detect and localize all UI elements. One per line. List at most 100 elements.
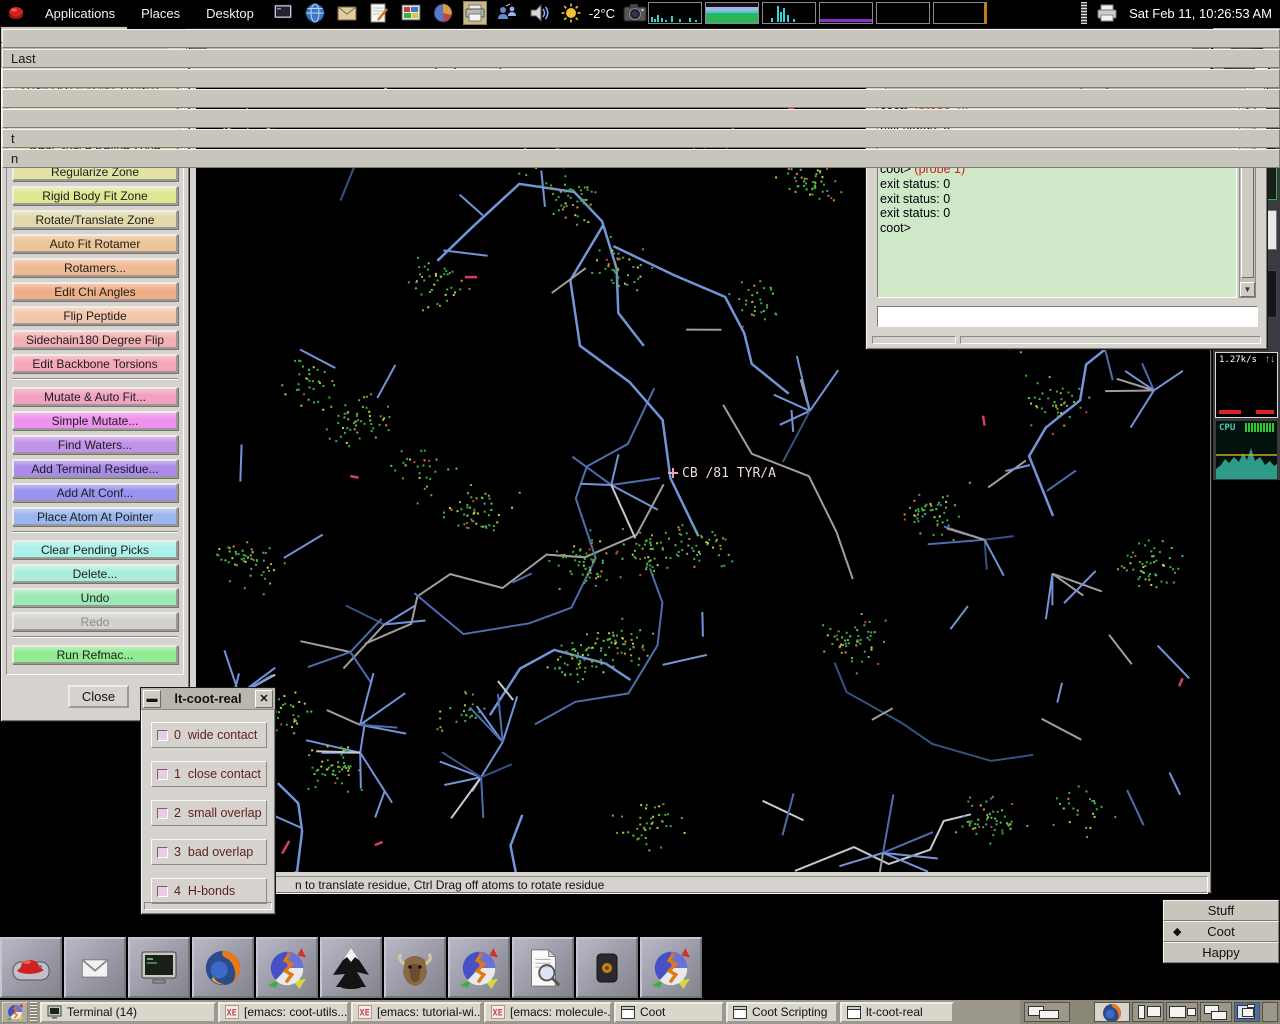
add-terminal-residue-button[interactable]: Add Terminal Residue... [12, 459, 178, 478]
workspace-row-1[interactable]: Last [2, 49, 1280, 68]
panel-launchers [267, 1, 555, 25]
dock-coot-icon[interactable] [256, 937, 318, 998]
task-emacs-coot-utils[interactable]: XE[emacs: coot-utils.... [218, 1002, 349, 1023]
notes-icon[interactable] [367, 1, 391, 25]
edit-chi-angles-button[interactable]: Edit Chi Angles [12, 282, 178, 301]
sidechain180-degree-flip-button[interactable]: Sidechain180 Degree Flip [12, 330, 178, 349]
dock-document-search-icon[interactable] [512, 937, 574, 998]
clock[interactable]: Sat Feb 11, 10:26:53 AM [1129, 6, 1272, 21]
workspace-cell-current[interactable] [1234, 1002, 1260, 1022]
task-lt-coot-real[interactable]: lt-coot-real [840, 1002, 954, 1023]
lt-window-title: lt-coot-real [161, 691, 255, 706]
dock-firefox-icon[interactable] [192, 937, 254, 998]
simple-mutate-button[interactable]: Simple Mutate... [12, 411, 178, 430]
current-workspace-marker: ◆ [1173, 925, 1181, 938]
close-icon[interactable]: ✕ [255, 690, 273, 708]
workspace-menu-coot[interactable]: ◆Coot [1163, 921, 1279, 942]
lt-coot-real-window: ▬ lt-coot-real ✕ 0 wide contact1 close c… [140, 687, 276, 915]
workspace-row-6[interactable]: n [2, 149, 1280, 168]
delete-button[interactable]: Delete... [12, 564, 178, 583]
mail-icon[interactable] [335, 1, 359, 25]
svg-text:XE: XE [360, 1009, 370, 1019]
workspace-menu-happy[interactable]: Happy [1163, 942, 1279, 963]
redhat-menu-icon[interactable] [4, 1, 28, 25]
resize-grip[interactable] [872, 336, 956, 344]
checkbox-2-small-overlap[interactable] [157, 808, 168, 819]
drag-handle[interactable] [30, 1002, 37, 1023]
panel-separator [1081, 2, 1087, 24]
task-emacs-tutorial-wi[interactable]: XE[emacs: tutorial-wi... [351, 1002, 482, 1023]
task-coot[interactable]: Coot [614, 1002, 724, 1023]
dock-redhat-switcher-icon[interactable] [0, 937, 62, 998]
find-waters-button[interactable]: Find Waters... [12, 435, 178, 454]
workspace-row-0[interactable] [2, 29, 1280, 48]
web-browser-icon[interactable] [303, 1, 327, 25]
rigid-body-fit-zone-button[interactable]: Rigid Body Fit Zone [12, 186, 178, 205]
workspace-row-3[interactable] [2, 89, 1280, 108]
monitor-graph-swap [819, 2, 873, 24]
clear-pending-picks-button[interactable]: Clear Pending Picks [12, 540, 178, 559]
add-alt-conf-button[interactable]: Add Alt Conf... [12, 483, 178, 502]
task-terminal-14[interactable]: Terminal (14) [40, 1002, 216, 1023]
places-menu[interactable]: Places [141, 6, 180, 21]
dock-mail-icon[interactable] [64, 937, 126, 998]
mutate-auto-fit-button[interactable]: Mutate & Auto Fit... [12, 387, 178, 406]
resize-grip[interactable] [960, 336, 1261, 344]
dock-media-app-icon[interactable] [576, 937, 638, 998]
workspace-cell[interactable] [1200, 1002, 1232, 1022]
applications-menu[interactable]: Applications [45, 6, 115, 21]
desktop-menu[interactable]: Desktop [206, 6, 254, 21]
rotamers-button[interactable]: Rotamers... [12, 258, 178, 277]
workspace-cell-firefox[interactable] [1094, 1002, 1130, 1022]
workspace-menu-stuff[interactable]: Stuff [1163, 900, 1279, 921]
monitor-graph-network [762, 2, 816, 24]
lt-titlebar: ▬ lt-coot-real ✕ [141, 688, 275, 710]
mfr-separator [12, 531, 178, 533]
dock-emacs-gnu-icon[interactable] [384, 937, 446, 998]
workspace-cell[interactable] [1262, 1002, 1278, 1022]
place-atom-at-pointer-button[interactable]: Place Atom At Pointer [12, 507, 178, 526]
scripting-input[interactable] [877, 306, 1258, 327]
window-menu-button[interactable]: ▬ [143, 690, 161, 708]
workspace-cell[interactable] [1132, 1002, 1164, 1022]
redo-button[interactable]: Redo [12, 612, 178, 631]
workspace-cell[interactable] [1024, 1002, 1070, 1022]
dock-inkscape-icon[interactable] [320, 937, 382, 998]
dock-coot-icon[interactable] [448, 937, 510, 998]
printer-icon[interactable] [463, 1, 487, 25]
scripting-line: exit status: 0 [880, 192, 1234, 207]
auto-fit-rotamer-button[interactable]: Auto Fit Rotamer [12, 234, 178, 253]
dock-coot-icon[interactable] [640, 937, 702, 998]
checkbox-0-wide-contact[interactable] [157, 730, 168, 741]
workspace-row-2[interactable] [2, 69, 1280, 88]
pie-monitor-icon[interactable] [431, 1, 455, 25]
undo-button[interactable]: Undo [12, 588, 178, 607]
rotate-translate-zone-button[interactable]: Rotate/Translate Zone [12, 210, 178, 229]
display-colors-icon[interactable] [399, 1, 423, 25]
task-coot-scripting[interactable]: Coot Scripting [726, 1002, 838, 1023]
weather-sun-icon[interactable] [559, 1, 583, 25]
checkbox-4-h-bonds[interactable] [157, 886, 168, 897]
checkbox-3-bad-overlap[interactable] [157, 847, 168, 858]
workspace-row-5[interactable]: t [2, 129, 1280, 148]
volume-icon[interactable] [527, 1, 551, 25]
screenshot-camera-icon[interactable] [623, 1, 647, 25]
taskbar-launcher-icon[interactable] [2, 1002, 28, 1023]
task-emacs-molecule[interactable]: XE[emacs: molecule-... [484, 1002, 612, 1023]
network-bar [1219, 410, 1241, 414]
status-bar: n to translate residue, Ctrl Drag off at… [190, 876, 1208, 894]
flip-peptide-button[interactable]: Flip Peptide [12, 306, 178, 325]
edit-backbone-torsions-button[interactable]: Edit Backbone Torsions [12, 354, 178, 373]
mfr-separator [12, 378, 178, 380]
checkbox-1-close-contact[interactable] [157, 769, 168, 780]
terminal-icon[interactable] [271, 1, 295, 25]
dock-terminal-icon[interactable] [128, 937, 190, 998]
scroll-down-icon[interactable]: ▼ [1240, 282, 1255, 297]
workspace-cell[interactable] [1166, 1002, 1198, 1022]
workspace-menu: Stuff◆CootHappy [1162, 899, 1280, 964]
print-queue-icon[interactable] [1095, 1, 1119, 25]
run-refmac-button[interactable]: Run Refmac... [12, 645, 178, 664]
close-button[interactable]: Close [68, 685, 129, 708]
user-share-icon[interactable] [495, 1, 519, 25]
workspace-row-4[interactable] [2, 109, 1280, 128]
